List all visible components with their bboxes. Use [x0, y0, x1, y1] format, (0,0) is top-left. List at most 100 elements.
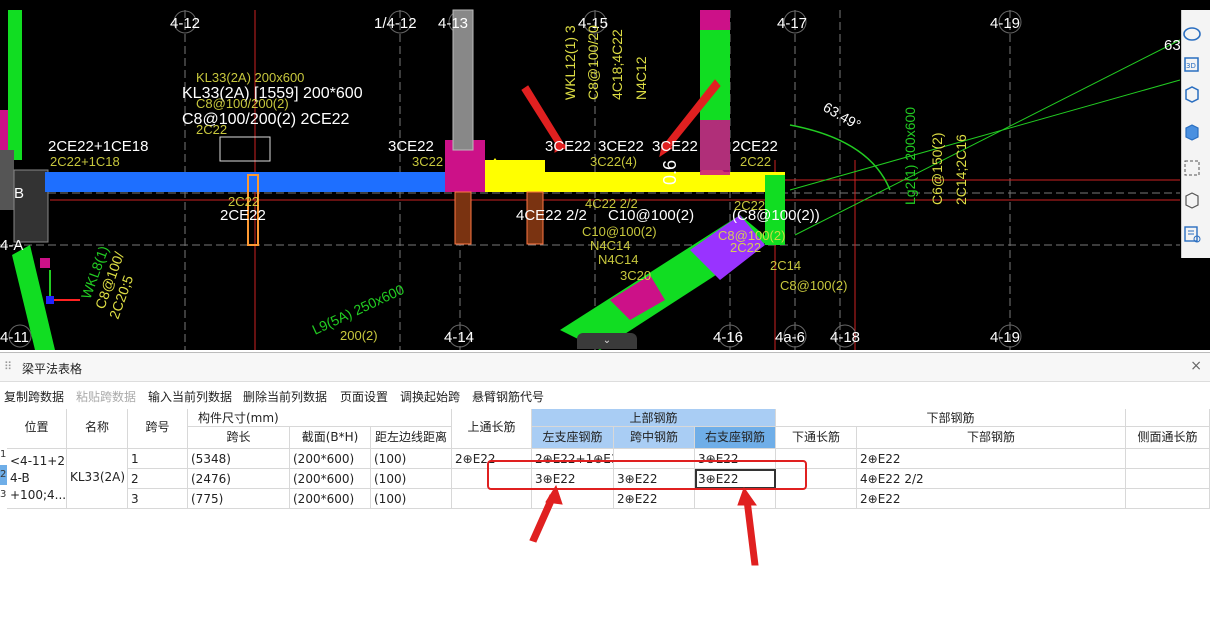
label-lg2-1: Lg2(1) 200x600: [902, 107, 918, 205]
beam-ghost-3: 2C22: [196, 122, 227, 137]
cell-r3-left-seat[interactable]: [532, 489, 614, 509]
beam-ghost-2: C8@100/200(2): [196, 96, 289, 111]
cell-r2-side[interactable]: [1126, 469, 1210, 489]
cell-r3-right-seat[interactable]: [695, 489, 776, 509]
row-number-2[interactable]: 2: [0, 465, 7, 485]
header-span-no[interactable]: 跨号: [128, 409, 188, 449]
axis-4-16: 4-16: [713, 329, 743, 346]
header-blank: [1126, 409, 1210, 427]
header-mid-span[interactable]: 跨中钢筋: [614, 427, 695, 449]
annotation-highlight-box: [487, 460, 807, 490]
label-ghost-mid-4: 3C20: [620, 268, 651, 283]
cell-r3-mid-span[interactable]: 2⊕E22: [614, 489, 695, 509]
cell-r1-edge[interactable]: (100): [371, 449, 452, 469]
label-bottom-beam-2: 200(2): [340, 328, 378, 343]
solid-cube-icon[interactable]: [1182, 122, 1202, 142]
delete-column-button[interactable]: 删除当前列数据: [243, 388, 327, 405]
label-mid-bottom-ghost: 2C22: [228, 194, 259, 209]
column-4-15-magenta-top: [700, 10, 730, 30]
properties-icon[interactable]: [1182, 224, 1202, 244]
orbit-icon[interactable]: [1182, 24, 1202, 44]
header-side-through[interactable]: 侧面通长筋: [1126, 427, 1210, 449]
paste-span-button[interactable]: 粘贴跨数据: [76, 388, 136, 405]
row-number-3[interactable]: 3: [0, 485, 7, 505]
label-mid-bottom: 2CE22: [220, 207, 266, 224]
cell-r1-side[interactable]: [1126, 449, 1210, 469]
column-left-magenta: [0, 110, 8, 150]
right-top-number: 63: [1164, 37, 1181, 54]
label-3ce22-d: 3CE22: [652, 138, 698, 155]
copy-span-button[interactable]: 复制跨数据: [4, 388, 64, 405]
position-line-1: <4-11+2,: [10, 454, 67, 468]
cube-view-icon[interactable]: [1182, 84, 1202, 104]
header-left-seat[interactable]: 左支座钢筋: [532, 427, 614, 449]
cell-r3-bottom[interactable]: 2⊕E22: [857, 489, 1126, 509]
header-bottom-through[interactable]: 下通长筋: [776, 427, 857, 449]
label-2ce22-right: 2CE22: [732, 138, 778, 155]
frame-select-icon[interactable]: [1182, 158, 1202, 178]
cell-r2-edge[interactable]: (100): [371, 469, 452, 489]
cell-r1-span[interactable]: 1: [128, 449, 188, 469]
chevron-down-icon: ⌄: [602, 335, 612, 346]
collapse-toggle[interactable]: ⌄: [577, 333, 637, 349]
cell-r3-length[interactable]: (775): [188, 489, 290, 509]
cell-name[interactable]: KL33(2A): [67, 449, 128, 509]
label-lg2-2: C6@150(2): [929, 132, 945, 205]
axis-4-12: 4-12: [170, 15, 200, 32]
label-angle: 63.49°: [821, 99, 864, 133]
cell-r1-bottom[interactable]: 2⊕E22: [857, 449, 1126, 469]
header-edge-distance[interactable]: 距左边线距离: [371, 427, 452, 449]
header-position[interactable]: 位置: [7, 409, 67, 449]
cell-r2-section[interactable]: (200*600): [290, 469, 371, 489]
label-2c22-right-ghost: 2C22: [740, 154, 771, 169]
label-left-seat-ghost: 2C22+1C18: [50, 154, 120, 169]
cell-r1-section[interactable]: (200*600): [290, 449, 371, 469]
close-icon[interactable]: ×: [1190, 358, 1202, 374]
header-bottom-rebar-group[interactable]: 下部钢筋: [776, 409, 1126, 427]
page-setup-button[interactable]: 页面设置: [340, 388, 388, 405]
cad-canvas[interactable]: 4-12 1/4-12 4-13 4-15 4-17 4-19 4-11 4-1…: [0, 0, 1210, 350]
label-span-bottom: 4CE22 2/2: [516, 207, 587, 224]
header-name[interactable]: 名称: [67, 409, 128, 449]
cell-r2-span[interactable]: 2: [128, 469, 188, 489]
label-3c22-ghost: 3C22(4): [590, 154, 637, 169]
beam-ghost-1: KL33(2A) 200x600: [196, 70, 304, 85]
label-ghost-mid-5: 4C22 2/2: [585, 196, 638, 211]
cantilever-code-button[interactable]: 悬臂钢筋代号: [472, 388, 544, 405]
cell-r2-bottom[interactable]: 4⊕E22 2/2: [857, 469, 1126, 489]
header-section[interactable]: 截面(B*H): [290, 427, 371, 449]
panel-title-bar: ⠿ 梁平法表格 ×: [0, 353, 1210, 382]
left-diag-node: [40, 258, 50, 268]
cell-position[interactable]: <4-11+2, 4-B +100;4...: [7, 449, 67, 509]
left-side-tab: [0, 150, 14, 210]
swap-start-button[interactable]: 调换起始跨: [400, 388, 460, 405]
axis-4-14: 4-14: [444, 329, 474, 346]
label-ghost-right-1: 2C22: [734, 198, 765, 213]
cell-r3-top-through[interactable]: [452, 489, 532, 509]
cell-r3-side[interactable]: [1126, 489, 1210, 509]
header-right-seat[interactable]: 右支座钢筋: [695, 427, 776, 449]
cell-r2-length[interactable]: (2476): [188, 469, 290, 489]
label-ghost-mid-1: C10@100(2): [582, 224, 657, 239]
header-top-through[interactable]: 上通长筋: [452, 409, 532, 449]
axis-4-a: 4-A: [0, 237, 23, 254]
axis-4-11: 4-11: [0, 329, 29, 346]
wire-cube-icon[interactable]: [1182, 190, 1202, 210]
ucs-icon: [46, 270, 80, 304]
header-member-size[interactable]: 构件尺寸(mm): [188, 409, 452, 427]
grip-icon[interactable]: ⠿: [4, 360, 12, 373]
label-3ce22-a-ghost: 3C22: [412, 154, 443, 169]
row-number-1[interactable]: 1: [0, 445, 7, 465]
cell-r3-bottom-through[interactable]: [776, 489, 857, 509]
cell-r3-span[interactable]: 3: [128, 489, 188, 509]
3d-view-icon[interactable]: 3D: [1182, 54, 1202, 74]
input-column-button[interactable]: 输入当前列数据: [148, 388, 232, 405]
axis-b-box: [13, 169, 49, 243]
cell-r3-edge[interactable]: (100): [371, 489, 452, 509]
header-top-rebar[interactable]: 上部钢筋: [532, 409, 776, 427]
cell-r1-length[interactable]: (5348): [188, 449, 290, 469]
column-4-15-magenta: [700, 120, 730, 175]
header-bottom-rebar[interactable]: 下部钢筋: [857, 427, 1126, 449]
header-span-length[interactable]: 跨长: [188, 427, 290, 449]
cell-r3-section[interactable]: (200*600): [290, 489, 371, 509]
